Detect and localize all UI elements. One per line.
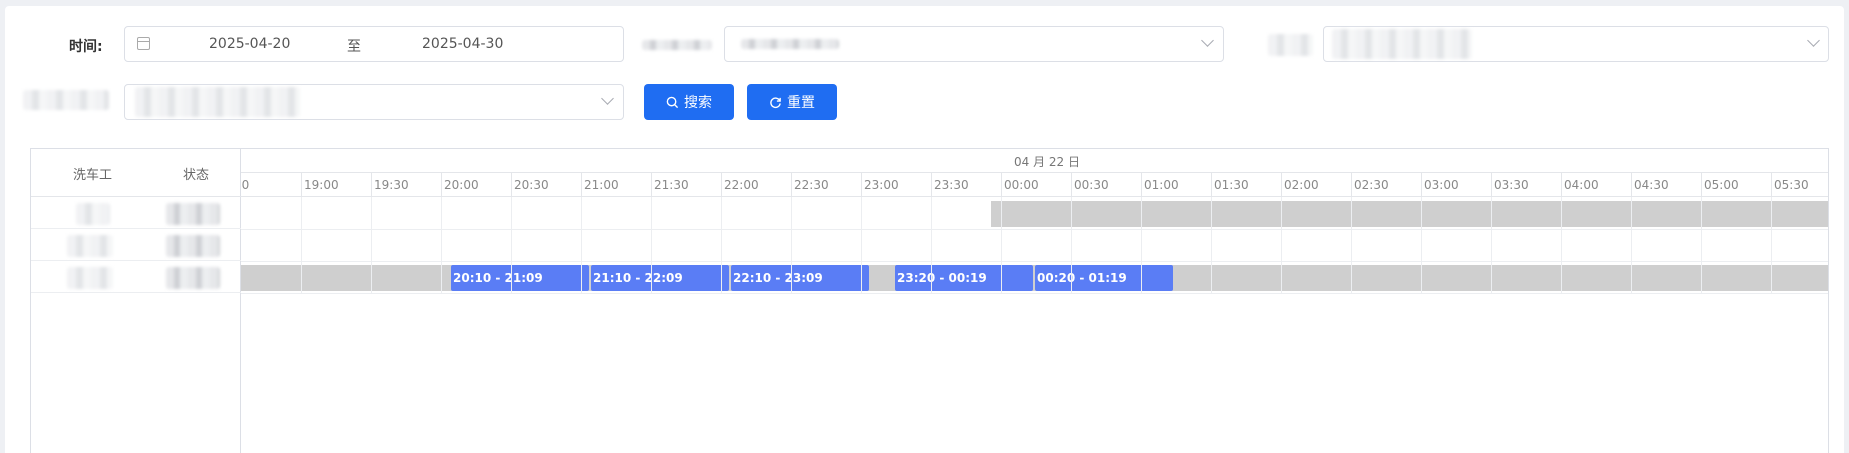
worker-row[interactable] <box>31 229 241 261</box>
search-icon <box>666 96 679 108</box>
time-gridline <box>1421 197 1422 293</box>
chevron-down-icon <box>601 92 614 105</box>
col-worker: 洗车工 <box>73 168 113 183</box>
time-tick: 19:30 <box>371 173 441 197</box>
time-tick: 05:30 <box>1771 173 1828 197</box>
time-gridline <box>1351 197 1352 293</box>
worker-panel: 洗车工 状态 <box>31 149 241 453</box>
schedule-task[interactable]: 22:10 - 23:09 <box>731 265 869 291</box>
main-card: 时间: 2025-04-20 至 2025-04-30 搜索 重置 洗车工 状态 <box>5 6 1844 453</box>
date-separator: 至 <box>347 39 361 55</box>
time-tick: 22:30 <box>791 173 861 197</box>
time-gridline <box>931 197 932 293</box>
date-range-picker[interactable]: 2025-04-20 至 2025-04-30 <box>124 26 624 62</box>
time-tick: 04:00 <box>1561 173 1631 197</box>
col-status: 状态 <box>183 168 210 183</box>
worker-table-header: 洗车工 状态 <box>31 149 241 197</box>
time-gridline <box>1491 197 1492 293</box>
redacted-worker-status <box>166 203 220 225</box>
time-tick: 02:30 <box>1351 173 1421 197</box>
time-gridline <box>651 197 652 293</box>
reset-button-label: 重置 <box>787 95 815 111</box>
time-gridline <box>301 197 302 293</box>
redacted-worker-name <box>76 203 110 225</box>
redacted-worker-name <box>67 267 113 289</box>
refresh-icon <box>770 96 781 108</box>
time-tick: 23:30 <box>931 173 1001 197</box>
time-tick: 01:30 <box>1211 173 1281 197</box>
timeline-area: 04 月 22 日 3019:0019:3020:0020:3021:0021:… <box>241 149 1828 453</box>
time-tick: 03:00 <box>1421 173 1491 197</box>
filter-select-4[interactable] <box>124 84 624 120</box>
filter-select-2[interactable] <box>724 26 1224 62</box>
schedule-task[interactable]: 23:20 - 00:19 <box>895 265 1033 291</box>
filter-select-3[interactable] <box>1323 26 1829 62</box>
timeline-date-label: 04 月 22 日 <box>1014 155 1080 169</box>
schedule-task[interactable]: 21:10 - 22:09 <box>591 265 729 291</box>
time-tick: 20:00 <box>441 173 511 197</box>
time-gridline <box>441 197 442 293</box>
redacted-filter-label-3 <box>1268 34 1313 56</box>
busy-block <box>991 201 1828 227</box>
time-tick: 03:30 <box>1491 173 1561 197</box>
time-gridline <box>511 197 512 293</box>
redacted-select-value-4 <box>135 87 300 117</box>
redacted-worker-status <box>166 267 220 289</box>
chevron-down-icon <box>1201 34 1214 47</box>
schedule-gantt: 洗车工 状态 04 月 22 日 3019:0019:3020:0020:302… <box>30 148 1829 453</box>
reset-button[interactable]: 重置 <box>747 84 837 120</box>
time-tick: 04:30 <box>1631 173 1701 197</box>
redacted-worker-status <box>166 235 220 257</box>
time-gridline <box>1561 197 1562 293</box>
redacted-worker-name <box>67 235 113 257</box>
time-tick: 00:00 <box>1001 173 1071 197</box>
time-gridline <box>791 197 792 293</box>
time-gridline <box>861 197 862 293</box>
time-label: 时间: <box>69 39 103 55</box>
time-gridline <box>1071 197 1072 293</box>
time-tick: 21:00 <box>581 173 651 197</box>
calendar-icon <box>137 37 150 50</box>
worker-row[interactable] <box>31 197 241 229</box>
time-tick: 21:30 <box>651 173 721 197</box>
time-tick: 02:00 <box>1281 173 1351 197</box>
date-start-input[interactable]: 2025-04-20 <box>209 36 290 52</box>
timeline-date-header: 04 月 22 日 <box>241 149 1828 173</box>
time-tick: 22:00 <box>721 173 791 197</box>
time-gridline <box>1001 197 1002 293</box>
time-gridline <box>1141 197 1142 293</box>
time-gridline <box>1281 197 1282 293</box>
date-end-input[interactable]: 2025-04-30 <box>422 36 503 52</box>
time-tick: 23:00 <box>861 173 931 197</box>
time-gridline <box>371 197 372 293</box>
redacted-select-value-2 <box>741 39 839 49</box>
search-button-label: 搜索 <box>684 95 712 111</box>
time-tick: 20:30 <box>511 173 581 197</box>
row-divider <box>241 229 1828 230</box>
time-gridline <box>1771 197 1772 293</box>
time-tick: 19:00 <box>301 173 371 197</box>
row-divider <box>241 261 1828 262</box>
worker-row[interactable] <box>31 261 241 293</box>
search-button[interactable]: 搜索 <box>644 84 734 120</box>
chevron-down-icon <box>1807 34 1820 47</box>
schedule-task[interactable]: 20:10 - 21:09 <box>451 265 589 291</box>
redacted-filter-label-4 <box>23 90 109 110</box>
redacted-select-value-3 <box>1332 29 1472 59</box>
time-tick: 01:00 <box>1141 173 1211 197</box>
time-tick: 30 <box>241 173 301 197</box>
schedule-task[interactable]: 00:20 - 01:19 <box>1035 265 1173 291</box>
time-tick: 00:30 <box>1071 173 1141 197</box>
time-gridline <box>1631 197 1632 293</box>
redacted-filter-label-2 <box>642 40 712 50</box>
time-gridline <box>721 197 722 293</box>
time-gridline <box>1701 197 1702 293</box>
timeline-time-header: 3019:0019:3020:0020:3021:0021:3022:0022:… <box>241 173 1828 197</box>
time-tick: 05:00 <box>1701 173 1771 197</box>
time-gridline <box>581 197 582 293</box>
time-gridline <box>1211 197 1212 293</box>
row-divider <box>241 293 1828 294</box>
